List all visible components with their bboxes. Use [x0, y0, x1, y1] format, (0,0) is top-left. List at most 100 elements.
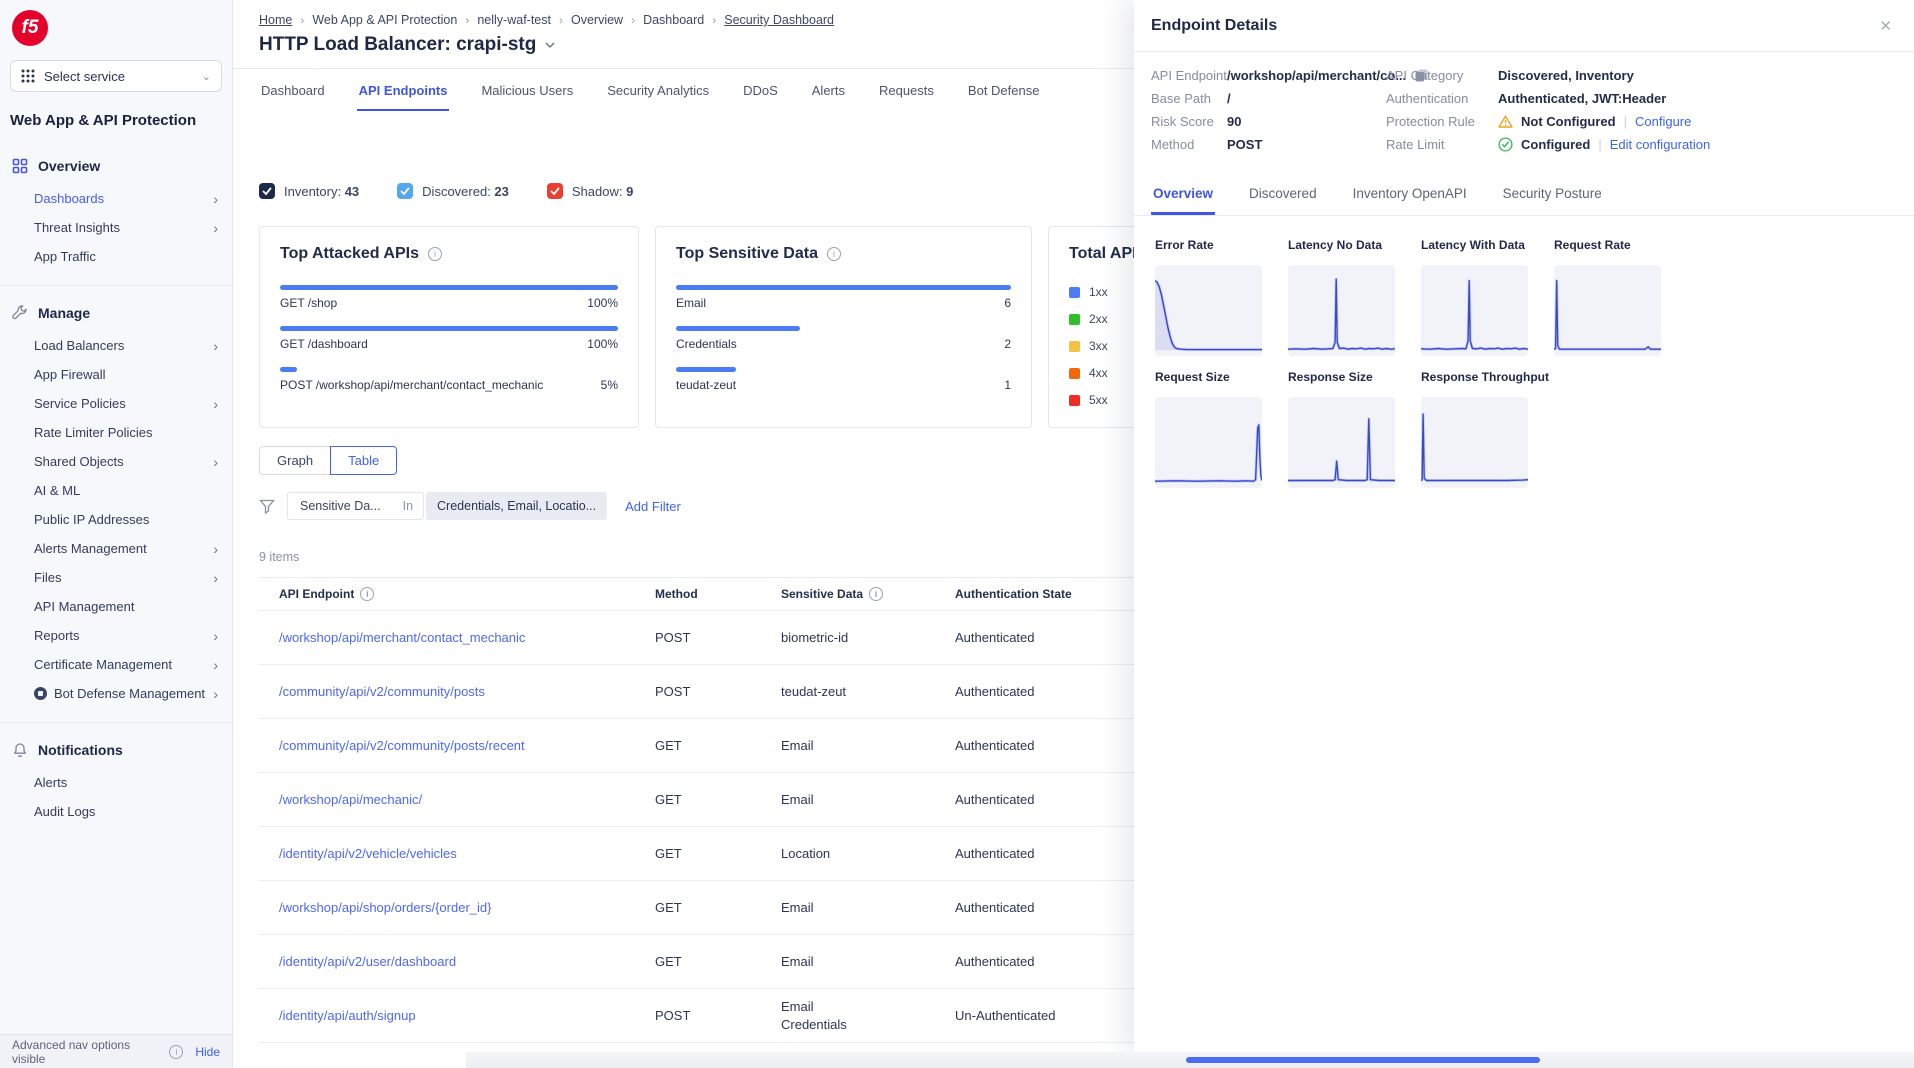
sidebar-item-bot-defense-management[interactable]: Bot Defense Management›	[0, 679, 232, 708]
sidebar-item-audit-logs[interactable]: Audit Logs	[0, 797, 232, 826]
chart-canvas	[1421, 397, 1528, 488]
sidebar-items: Load Balancers›App FirewallService Polic…	[0, 331, 232, 708]
tab-malicious-users[interactable]: Malicious Users	[479, 69, 575, 111]
tab-ddos[interactable]: DDoS	[741, 69, 780, 111]
breadcrumb-item-home[interactable]: Home	[259, 13, 292, 27]
sidebar-item-app-traffic[interactable]: App Traffic	[0, 242, 232, 271]
panel-tab-inventory-openapi[interactable]: Inventory OpenAPI	[1351, 176, 1469, 215]
sidebar-item-rate-limiter-policies[interactable]: Rate Limiter Policies	[0, 418, 232, 447]
sensitive-data-cell: Email	[781, 899, 955, 917]
sidebar-item-api-management[interactable]: API Management	[0, 592, 232, 621]
info-icon[interactable]: i	[827, 247, 841, 261]
info-icon[interactable]: i	[428, 247, 442, 261]
legend-swatch	[1069, 368, 1080, 379]
card-title: Top Attacked APIs	[280, 245, 419, 263]
sidebar-item-alerts[interactable]: Alerts	[0, 768, 232, 797]
field-value-text: /	[1227, 91, 1231, 106]
breadcrumb-separator-icon: ›	[559, 13, 563, 27]
panel-tab-security-posture[interactable]: Security Posture	[1501, 176, 1604, 215]
method-cell: POST	[655, 1008, 781, 1023]
select-service-label: Select service	[44, 69, 202, 84]
bar-fill	[280, 326, 618, 331]
panel-tab-discovered[interactable]: Discovered	[1247, 176, 1319, 215]
sidebar-item-public-ip-addresses[interactable]: Public IP Addresses	[0, 505, 232, 534]
tab-api-endpoints[interactable]: API Endpoints	[357, 69, 450, 111]
checkbox-checked-icon[interactable]	[397, 183, 413, 199]
sidebar-section-manage: ManageLoad Balancers›App FirewallService…	[0, 285, 232, 712]
checkbox-shadow[interactable]: Shadow: 9	[547, 183, 633, 199]
sidebar-item-service-policies[interactable]: Service Policies›	[0, 389, 232, 418]
endpoint-link[interactable]: /identity/api/v2/vehicle/vehicles	[259, 846, 655, 861]
method-cell: GET	[655, 738, 781, 753]
sidebar-item-dashboards[interactable]: Dashboards›	[0, 184, 232, 213]
breadcrumb-item-web-app-api-protection[interactable]: Web App & API Protection	[312, 13, 457, 27]
close-icon[interactable]: ✕	[1879, 17, 1892, 35]
endpoint-link[interactable]: /identity/api/auth/signup	[259, 1008, 655, 1023]
f5-logo-icon[interactable]: f5	[12, 10, 48, 46]
table-toggle-button[interactable]: Table	[330, 446, 397, 475]
panel-tab-overview[interactable]: Overview	[1151, 176, 1215, 215]
field-value-text: 90	[1227, 114, 1241, 129]
info-icon[interactable]: i	[869, 587, 883, 601]
breadcrumb-item-security-dashboard[interactable]: Security Dashboard	[724, 13, 834, 27]
hide-link[interactable]: Hide	[195, 1045, 220, 1059]
select-service-dropdown[interactable]: Select service ⌄	[10, 60, 222, 92]
title-chevron-down-icon[interactable]	[544, 41, 556, 49]
add-filter-link[interactable]: Add Filter	[625, 499, 681, 514]
breadcrumb-item-dashboard[interactable]: Dashboard	[643, 13, 704, 27]
sidebar-item-app-firewall[interactable]: App Firewall	[0, 360, 232, 389]
sidebar-item-load-balancers[interactable]: Load Balancers›	[0, 331, 232, 360]
endpoint-charts: Error RateLatency No DataLatency With Da…	[1134, 216, 1694, 488]
sidebar-item-reports[interactable]: Reports›	[0, 621, 232, 650]
chart-response-throughput: Response Throughput	[1421, 370, 1528, 488]
sidebar-sections: OverviewDashboards›Threat Insights›App T…	[0, 139, 232, 830]
bar-value: 100%	[587, 337, 618, 351]
link-configure[interactable]: Configure	[1635, 114, 1691, 129]
sidebar-item-certificate-management[interactable]: Certificate Management›	[0, 650, 232, 679]
sidebar-item-shared-objects[interactable]: Shared Objects›	[0, 447, 232, 476]
bar-label: Email	[676, 296, 706, 310]
tab-dashboard[interactable]: Dashboard	[259, 69, 327, 111]
filter-value-chip[interactable]: Credentials, Email, Locatio...	[426, 492, 607, 520]
filter-field[interactable]: Sensitive Da...	[288, 499, 393, 513]
sensitive-data-cell: biometric-id	[781, 629, 955, 647]
checkbox-checked-icon[interactable]	[259, 183, 275, 199]
endpoint-link[interactable]: /identity/api/v2/user/dashboard	[259, 954, 655, 969]
sidebar-section-notifications: Notifications AlertsAudit Logs	[0, 722, 232, 830]
sidebar-item-ai-ml[interactable]: AI & ML	[0, 476, 232, 505]
horizontal-scrollbar[interactable]	[466, 1052, 1914, 1068]
bar-label-row: POST /workshop/api/merchant/contact_mech…	[280, 378, 618, 392]
field-value-api-endpoint: /workshop/api/merchant/co...	[1227, 68, 1386, 83]
endpoint-link[interactable]: /workshop/api/merchant/contact_mechanic	[259, 630, 655, 645]
scrollbar-thumb[interactable]	[1186, 1057, 1540, 1063]
tab-security-analytics[interactable]: Security Analytics	[605, 69, 711, 111]
info-icon[interactable]: i	[360, 587, 374, 601]
method-cell: GET	[655, 900, 781, 915]
link-edit-configuration[interactable]: Edit configuration	[1610, 137, 1710, 152]
sensitive-data-value: Email	[781, 998, 955, 1016]
sidebar-item-label: App Traffic	[34, 249, 218, 264]
filter-expression[interactable]: Sensitive Da... In	[287, 492, 424, 520]
sidebar-item-alerts-management[interactable]: Alerts Management›	[0, 534, 232, 563]
sidebar-item-label: Dashboards	[34, 191, 213, 206]
endpoint-fields: API Endpoint/workshop/api/merchant/co...…	[1134, 52, 1914, 170]
graph-toggle-button[interactable]: Graph	[259, 446, 331, 475]
breadcrumb-item-overview[interactable]: Overview	[571, 13, 623, 27]
sidebar-item-label: Reports	[34, 628, 213, 643]
tab-bot-defense[interactable]: Bot Defense	[966, 69, 1042, 111]
sidebar-section-title: Notifications	[38, 742, 123, 758]
checkbox-inventory[interactable]: Inventory: 43	[259, 183, 359, 199]
tab-alerts[interactable]: Alerts	[810, 69, 847, 111]
endpoint-link[interactable]: /community/api/v2/community/posts	[259, 684, 655, 699]
checkbox-checked-icon[interactable]	[547, 183, 563, 199]
endpoint-link[interactable]: /workshop/api/shop/orders/{order_id}	[259, 900, 655, 915]
sidebar-item-files[interactable]: Files›	[0, 563, 232, 592]
breadcrumb-item-nelly-waf-test[interactable]: nelly-waf-test	[477, 13, 551, 27]
tab-requests[interactable]: Requests	[877, 69, 936, 111]
endpoint-link[interactable]: /community/api/v2/community/posts/recent	[259, 738, 655, 753]
endpoint-link[interactable]: /workshop/api/mechanic/	[259, 792, 655, 807]
bar-track	[676, 367, 1011, 372]
field-label-authentication: Authentication	[1386, 91, 1498, 106]
sidebar-item-threat-insights[interactable]: Threat Insights›	[0, 213, 232, 242]
checkbox-discovered[interactable]: Discovered: 23	[397, 183, 509, 199]
